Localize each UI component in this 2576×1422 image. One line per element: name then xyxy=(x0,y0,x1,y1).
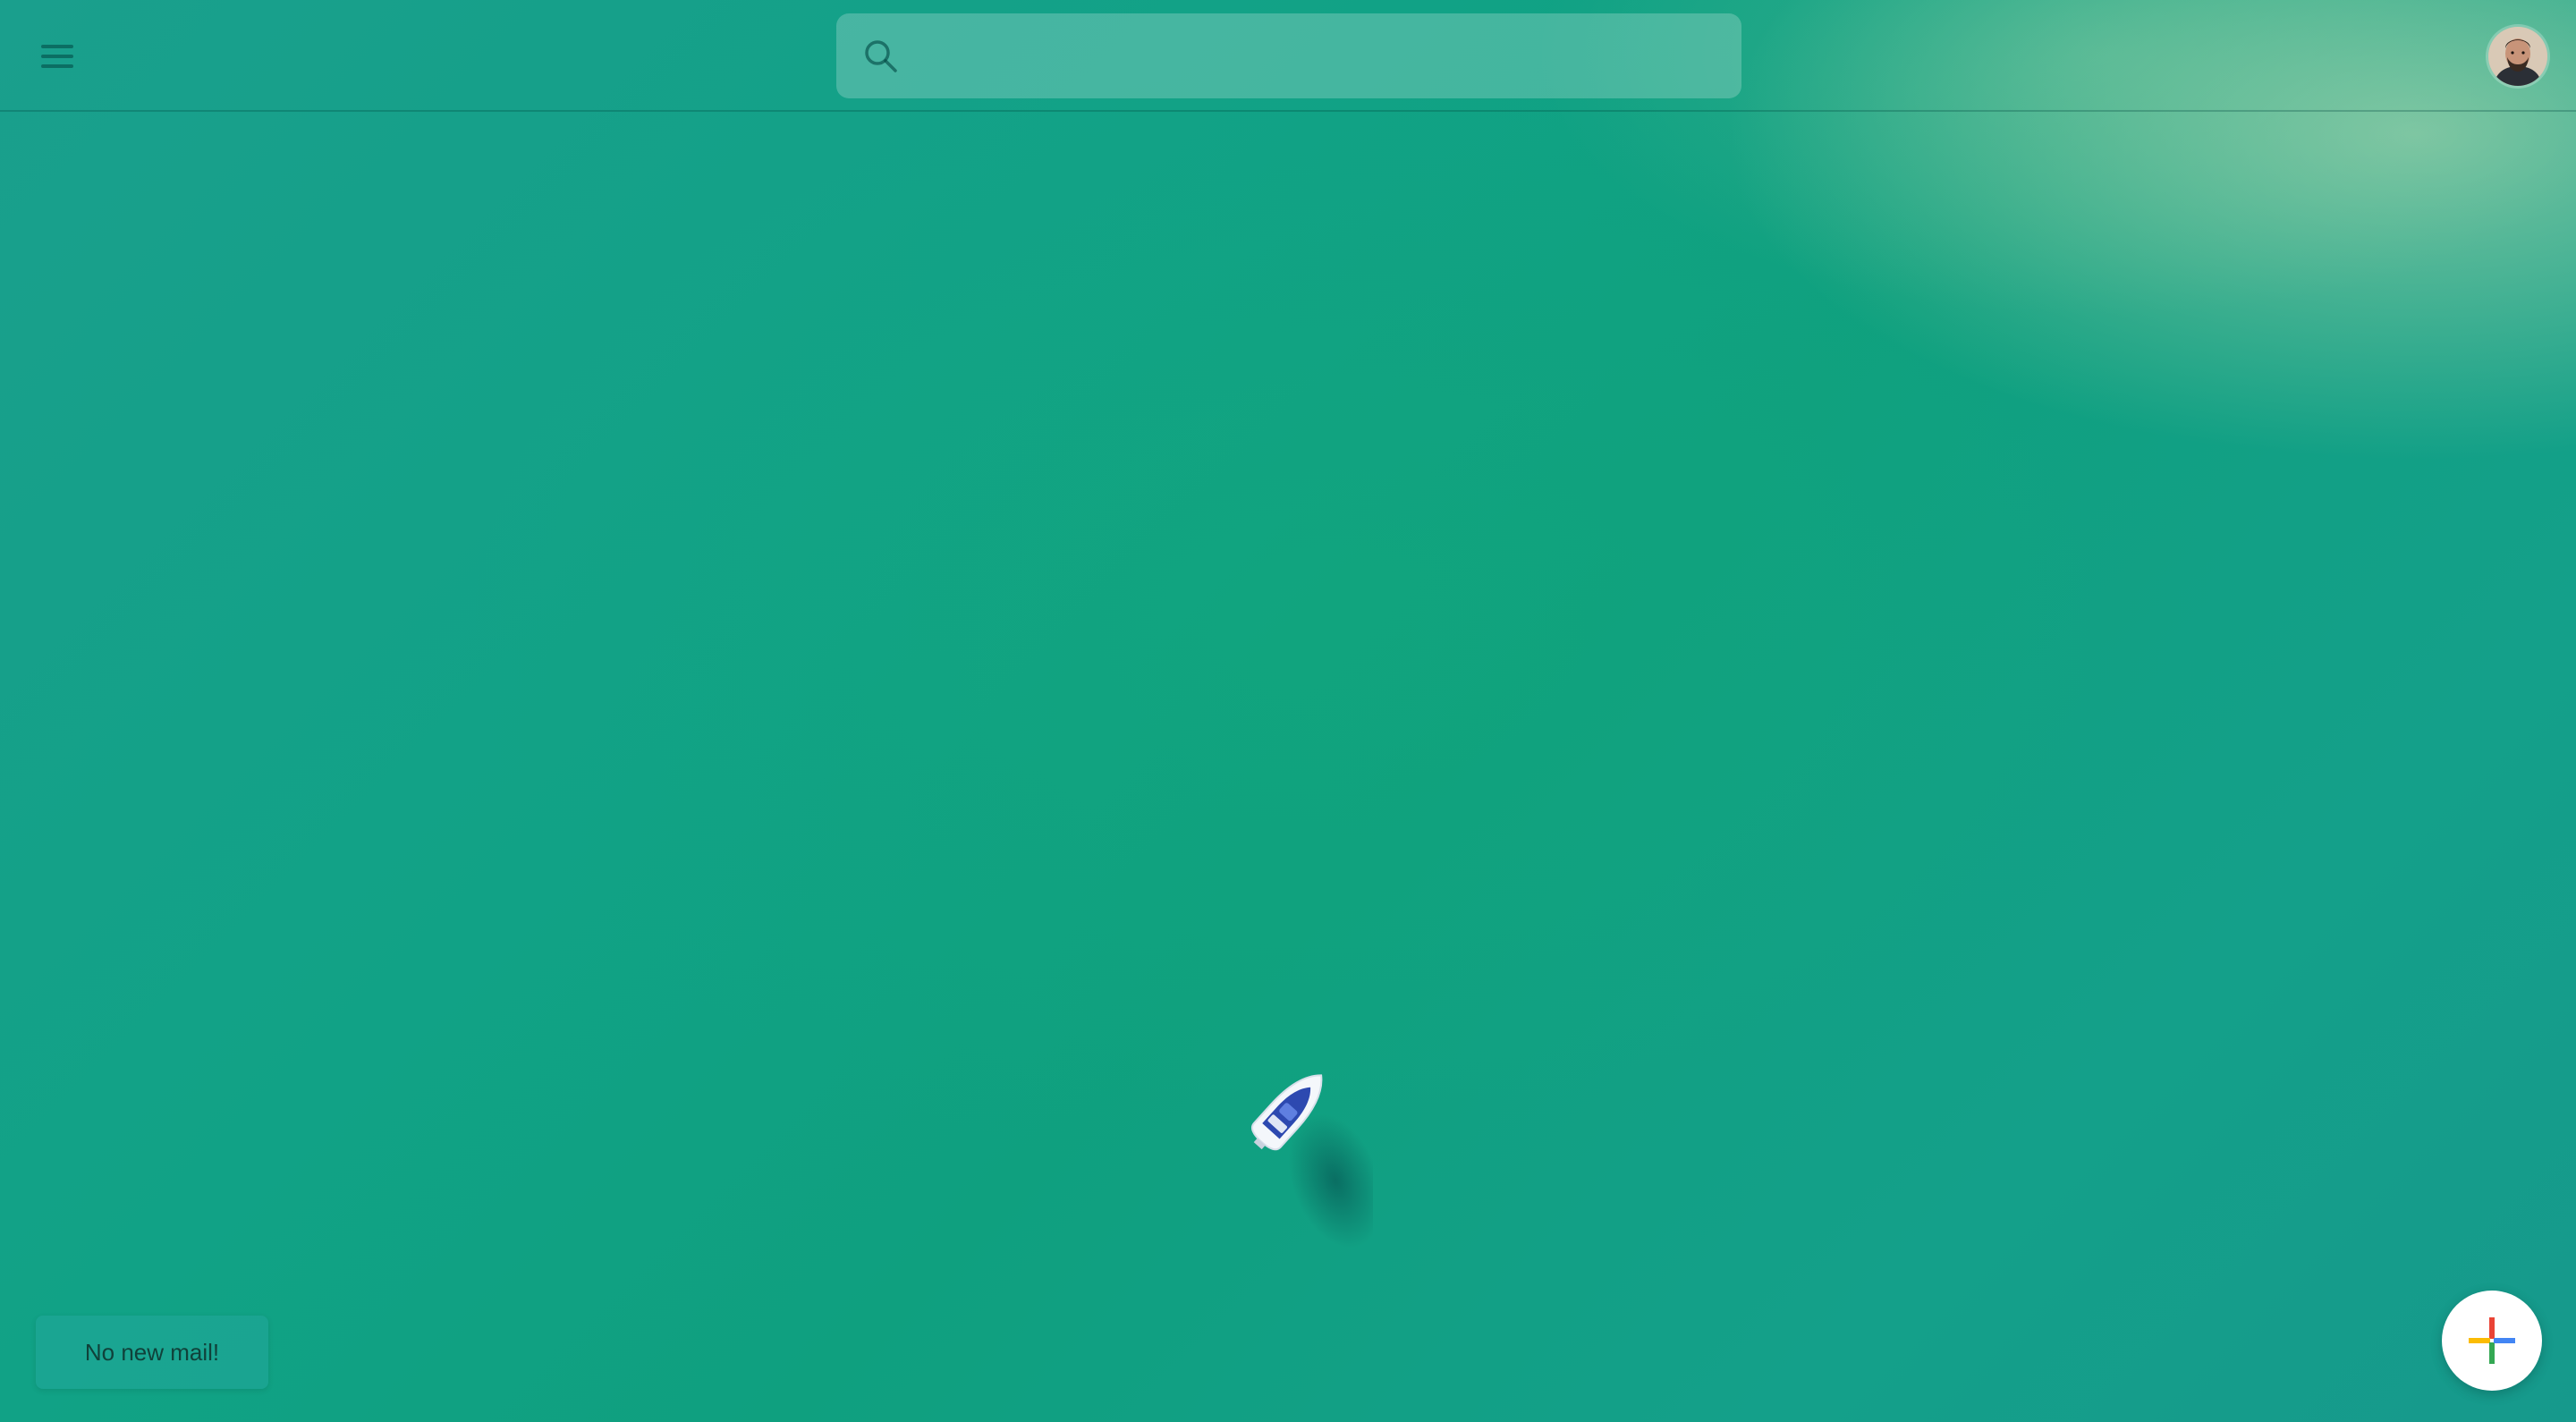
menu-line xyxy=(41,55,73,58)
plus-icon xyxy=(2469,1317,2515,1364)
wallpaper-boat-image xyxy=(1251,1074,1373,1248)
toast-message: No new mail! xyxy=(84,1338,220,1366)
menu-line xyxy=(41,45,73,48)
user-avatar[interactable] xyxy=(2488,27,2547,86)
compose-button[interactable] xyxy=(2442,1291,2542,1391)
search-input[interactable] xyxy=(926,26,1716,87)
top-bar xyxy=(0,0,2576,112)
search-bar[interactable] xyxy=(836,13,1741,98)
no-mail-toast: No new mail! xyxy=(36,1316,268,1389)
hamburger-menu-icon[interactable] xyxy=(27,27,86,86)
menu-line xyxy=(41,64,73,68)
search-icon[interactable] xyxy=(861,37,901,76)
avatar-portrait-image xyxy=(2488,27,2547,86)
app-root: No new mail! xyxy=(0,0,2576,1422)
